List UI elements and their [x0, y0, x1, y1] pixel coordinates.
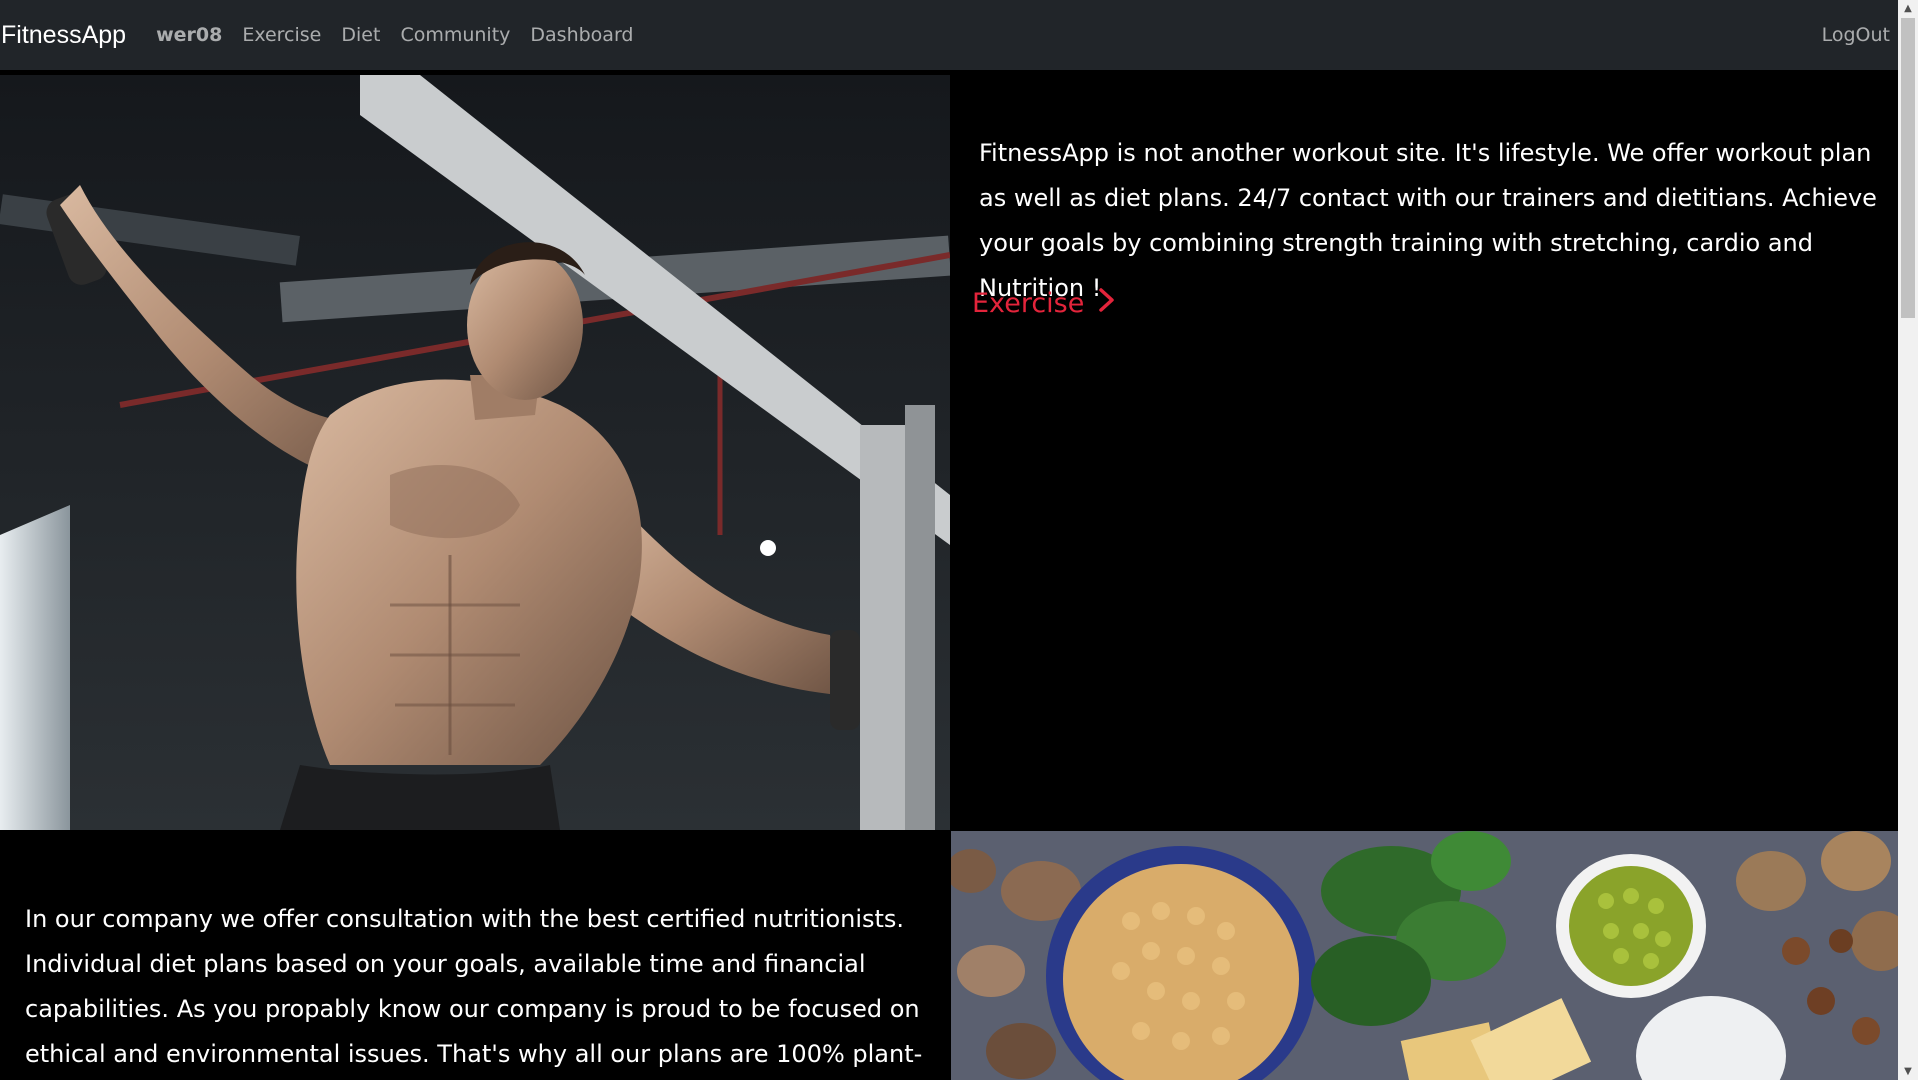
- page-scrollbar[interactable]: ▲ ▼: [1898, 0, 1918, 1080]
- nav-link-dashboard[interactable]: Dashboard: [530, 24, 633, 46]
- gym-illustration: [0, 75, 950, 830]
- exercise-cta-link[interactable]: Exercise: [972, 287, 1116, 320]
- exercise-cta-label: Exercise: [972, 288, 1085, 319]
- food-photo: [951, 831, 1898, 1080]
- logout-link[interactable]: LogOut: [1822, 0, 1890, 70]
- scroll-up-arrow-icon[interactable]: ▲: [1898, 0, 1918, 17]
- intro-paragraph: FitnessApp is not another workout site. …: [979, 139, 1877, 302]
- nav-link-community[interactable]: Community: [400, 24, 510, 46]
- scrollbar-thumb[interactable]: [1901, 18, 1915, 318]
- hero-gym-photo: [0, 75, 950, 830]
- nav-link-user[interactable]: wer08: [156, 24, 222, 46]
- chevron-right-icon: [1098, 287, 1116, 320]
- brand-logo[interactable]: FitnessApp: [1, 21, 126, 50]
- nav-link-exercise[interactable]: Exercise: [242, 24, 321, 46]
- top-navbar: FitnessApp wer08 Exercise Diet Community…: [0, 0, 1898, 70]
- nav-links: wer08 Exercise Diet Community Dashboard: [156, 24, 633, 46]
- food-illustration: [951, 831, 1898, 1080]
- scroll-down-arrow-icon[interactable]: ▼: [1898, 1063, 1918, 1080]
- nutrition-paragraph: In our company we offer consultation wit…: [25, 905, 923, 1068]
- nav-link-diet[interactable]: Diet: [341, 24, 380, 46]
- page: FitnessApp wer08 Exercise Diet Community…: [0, 0, 1918, 1080]
